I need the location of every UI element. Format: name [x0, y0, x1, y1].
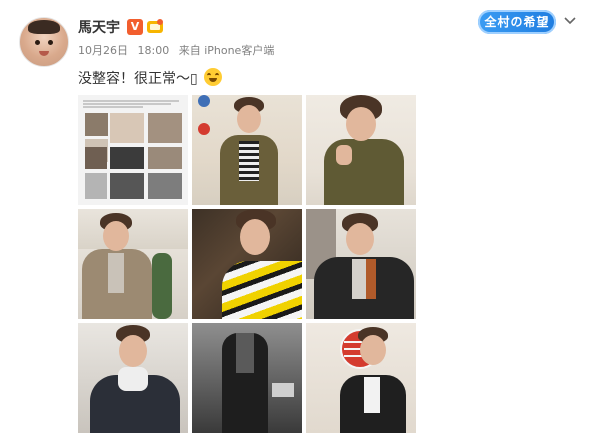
olive-jacket-closeup-photo[interactable]: [306, 95, 416, 205]
olive-jacket-photo[interactable]: [192, 95, 302, 205]
verified-badge-icon: V: [127, 19, 143, 35]
street-sign-photo[interactable]: [306, 323, 416, 433]
chevron-down-icon[interactable]: [563, 14, 577, 28]
weibo-post: 馬天宇 V 10月26日 18:00 来自 iPhone客户端 没整容！很正常～…: [0, 0, 597, 438]
beige-blazer-photo[interactable]: [78, 209, 188, 319]
leather-jacket-photo[interactable]: [306, 209, 416, 319]
post-time[interactable]: 18:00: [138, 44, 170, 57]
photo-grid: [78, 92, 416, 433]
collage-caption-lines: [83, 99, 183, 109]
post-text: 没整容！很正常～▯: [78, 68, 223, 88]
turtleneck-photo[interactable]: [78, 323, 188, 433]
post-meta: 10月26日 18:00 来自 iPhone客户端: [78, 42, 280, 58]
brand-badge: 全村の希望: [478, 10, 556, 34]
username[interactable]: 馬天宇: [78, 17, 120, 37]
avatar[interactable]: [19, 17, 69, 67]
post-date[interactable]: 10月26日: [78, 44, 128, 57]
member-badge-icon: [147, 19, 163, 33]
post-source: 来自 iPhone客户端: [178, 44, 275, 57]
collage-thumbnail[interactable]: [78, 95, 188, 205]
laughing-tears-emoji-icon: [204, 68, 223, 86]
post-text-content: 没整容！很正常～▯: [78, 71, 198, 87]
black-coat-photo[interactable]: [192, 323, 302, 433]
striped-sweater-photo[interactable]: [192, 209, 302, 319]
